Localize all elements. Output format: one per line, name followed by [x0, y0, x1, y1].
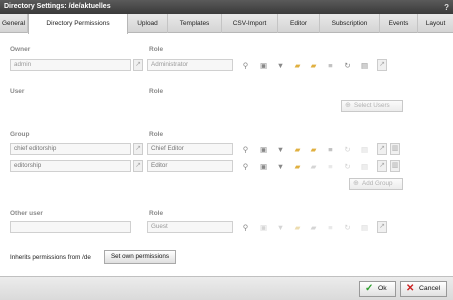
- other-user-field[interactable]: [10, 221, 131, 233]
- user-heading: User: [10, 88, 25, 95]
- add-group-button[interactable]: ⊕ Add Group: [349, 178, 403, 190]
- group-role-field[interactable]: Editor: [147, 160, 233, 172]
- filter-permission-icon[interactable]: ▼: [276, 223, 285, 232]
- view-permission-icon[interactable]: ⚲: [241, 223, 250, 232]
- cancel-label: Cancel: [419, 285, 441, 292]
- other-user-heading: Other user: [10, 210, 43, 217]
- tab-general[interactable]: General: [0, 14, 28, 33]
- other-user-role-heading: Role: [149, 210, 164, 217]
- delete-permission-icon[interactable]: ▤: [360, 223, 369, 232]
- sync-permission-icon[interactable]: ↻: [343, 61, 352, 70]
- folder-edit-icon[interactable]: ▰: [309, 162, 318, 171]
- ok-button[interactable]: ✓ Ok: [359, 281, 396, 297]
- sync-permission-icon[interactable]: ↻: [343, 223, 352, 232]
- delete-permission-icon[interactable]: ▤: [360, 145, 369, 154]
- delete-permission-icon[interactable]: ▤: [360, 61, 369, 70]
- window-titlebar: Directory Settings: /de/aktuelles ?: [0, 0, 453, 14]
- group-picker-button[interactable]: ↗: [133, 143, 143, 155]
- delete-permission-icon[interactable]: ▤: [360, 162, 369, 171]
- ok-label: Ok: [378, 285, 387, 292]
- add-icon: ⊕: [353, 180, 359, 187]
- create-permission-icon[interactable]: ▣: [259, 223, 268, 232]
- inherit-text: Inherits permissions from /de: [10, 254, 91, 261]
- folder-edit-icon[interactable]: ▰: [309, 61, 318, 70]
- dialog-footer: ✓ Ok ✕ Cancel: [0, 276, 453, 300]
- folder-edit-icon[interactable]: ▰: [309, 223, 318, 232]
- owner-role-heading: Role: [149, 46, 164, 53]
- sync-permission-icon[interactable]: ↻: [343, 145, 352, 154]
- tab-editor[interactable]: Editor: [278, 14, 320, 33]
- filter-permission-icon[interactable]: ▼: [276, 145, 285, 154]
- tab-subscription[interactable]: Subscription: [320, 14, 380, 33]
- set-own-permissions-button[interactable]: Set own permissions: [104, 250, 176, 264]
- group-field[interactable]: editorship: [10, 160, 131, 172]
- cancel-button[interactable]: ✕ Cancel: [400, 281, 447, 297]
- create-permission-icon[interactable]: ▣: [259, 61, 268, 70]
- folder-add-icon[interactable]: ▰: [293, 162, 302, 171]
- group-role-heading: Role: [149, 131, 164, 138]
- help-icon[interactable]: ?: [444, 1, 449, 15]
- view-permission-icon[interactable]: ⚲: [241, 145, 250, 154]
- settings-permission-icon[interactable]: ≡: [326, 145, 335, 154]
- folder-add-icon[interactable]: ▰: [293, 61, 302, 70]
- settings-permission-icon[interactable]: ≡: [326, 162, 335, 171]
- owner-field[interactable]: admin: [10, 59, 131, 71]
- select-users-button[interactable]: ⊕ Select Users: [341, 100, 403, 112]
- group-heading: Group: [10, 131, 30, 138]
- tab-templates[interactable]: Templates: [168, 14, 222, 33]
- folder-edit-icon[interactable]: ▰: [309, 145, 318, 154]
- owner-role-field[interactable]: Administrator: [147, 59, 233, 71]
- create-permission-icon[interactable]: ▣: [259, 145, 268, 154]
- folder-add-icon[interactable]: ▰: [293, 145, 302, 154]
- folder-add-icon[interactable]: ▰: [293, 223, 302, 232]
- owner-role-picker-button[interactable]: ↗: [377, 59, 387, 71]
- owner-picker-button[interactable]: ↗: [133, 59, 143, 71]
- settings-permission-icon[interactable]: ≡: [326, 61, 335, 70]
- tab-layout[interactable]: Layout: [418, 14, 453, 33]
- user-role-heading: Role: [149, 88, 164, 95]
- settings-permission-icon[interactable]: ≡: [326, 223, 335, 232]
- view-permission-icon[interactable]: ⚲: [241, 162, 250, 171]
- other-user-role-field[interactable]: Guest: [147, 221, 233, 233]
- tab-directory-permissions[interactable]: Directory Permissions: [28, 14, 128, 34]
- select-users-label: Select Users: [354, 102, 390, 109]
- group-field[interactable]: chief editorship: [10, 143, 131, 155]
- add-group-label: Add Group: [362, 180, 393, 187]
- tab-events[interactable]: Events: [380, 14, 418, 33]
- group-role-picker-button[interactable]: ↗: [377, 143, 387, 155]
- remove-group-button[interactable]: ▥: [390, 143, 400, 155]
- other-user-role-picker-button[interactable]: ↗: [377, 221, 387, 233]
- group-role-picker-button[interactable]: ↗: [377, 160, 387, 172]
- group-picker-button[interactable]: ↗: [133, 160, 143, 172]
- view-permission-icon[interactable]: ⚲: [241, 61, 250, 70]
- create-permission-icon[interactable]: ▣: [259, 162, 268, 171]
- tab-bar: General Directory Permissions Upload Tem…: [0, 14, 453, 34]
- window-title: Directory Settings: /de/aktuelles: [4, 3, 111, 10]
- owner-heading: Owner: [10, 46, 31, 53]
- filter-permission-icon[interactable]: ▼: [276, 162, 285, 171]
- remove-group-button[interactable]: ▥: [390, 160, 400, 172]
- sync-permission-icon[interactable]: ↻: [343, 162, 352, 171]
- add-icon: ⊕: [345, 102, 351, 109]
- check-icon: ✓: [365, 283, 374, 294]
- filter-permission-icon[interactable]: ▼: [276, 61, 285, 70]
- group-role-field[interactable]: Chief Editor: [147, 143, 233, 155]
- tab-csv-import[interactable]: CSV-Import: [222, 14, 278, 33]
- tab-upload[interactable]: Upload: [128, 14, 168, 33]
- close-icon: ✕: [406, 283, 415, 294]
